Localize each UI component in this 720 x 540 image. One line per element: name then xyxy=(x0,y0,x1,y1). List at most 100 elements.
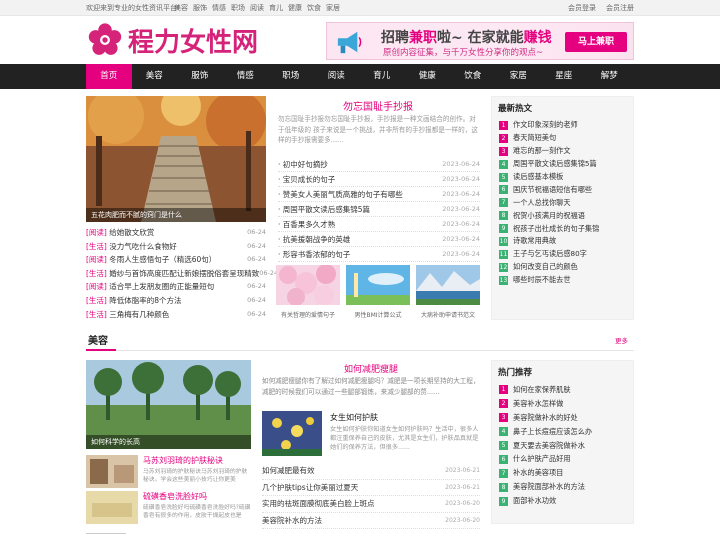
list-item[interactable]: 2 春天简短美句 xyxy=(499,132,631,145)
article-title: 几个护肤tips让你美丽过夏天 xyxy=(262,482,359,492)
nav-dream[interactable]: 解梦 xyxy=(587,64,633,89)
list-item[interactable]: 几个护肤tips让你美丽过夏天 2023-06-21 xyxy=(262,480,480,496)
rank-number: 12 xyxy=(499,262,508,272)
article-title: 没力气吃什么食物好 xyxy=(109,241,177,251)
list-item[interactable]: 6 什么护肤产品好用 xyxy=(499,452,631,466)
recruit-banner[interactable]: 招聘兼职啦~ 在家就能赚钱 原创内容征集，与千万女性分享你的观点~ 马上兼职 xyxy=(326,22,634,60)
list-item[interactable]: 9 祝孩子出社成长的句子集锦 xyxy=(499,222,631,235)
list-item[interactable]: 3 难忘的那一刻作文 xyxy=(499,145,631,158)
list-item[interactable]: [生活] 婚纱与首饰高度匹配让新娘摆脱俗套呈现精致 06-24 xyxy=(86,267,278,281)
list-item[interactable]: [阅读] 给她散文欣赏 06-24 xyxy=(86,226,266,240)
list-item[interactable]: 9 面部补水功效 xyxy=(499,494,631,508)
nav-parenting[interactable]: 育儿 xyxy=(359,64,405,89)
list-item[interactable]: 1 如何在家保养肌肤 xyxy=(499,383,631,397)
nav-beauty[interactable]: 美容 xyxy=(132,64,178,89)
list-item[interactable]: 2 美容补水怎样做 xyxy=(499,397,631,411)
beauty-hero-image[interactable]: 如何科学的长高 xyxy=(86,360,251,449)
article-date: 06-24 xyxy=(247,309,266,318)
nav-home[interactable]: 首页 xyxy=(86,64,132,89)
list-item[interactable]: 4 周国平散文读后感集锦5篇 xyxy=(499,158,631,171)
article-title: 抗美援朝战争的英雄 xyxy=(282,235,351,244)
list-item[interactable]: 8 祝贺小孩满月的祝福语 xyxy=(499,209,631,222)
rank-number: 6 xyxy=(499,454,508,464)
top-nav-fashion[interactable]: 服饰 xyxy=(193,3,207,13)
nav-food[interactable]: 饮食 xyxy=(450,64,496,89)
top-nav-parenting[interactable]: 育儿 xyxy=(269,3,283,13)
beauty-feature-title[interactable]: 如何减肥瘦腿 xyxy=(262,362,480,375)
article-date: 2023-06-24 xyxy=(442,160,480,168)
list-item[interactable]: 11 王子与乞丐读后感80字 xyxy=(499,248,631,261)
login-link[interactable]: 会员登录 xyxy=(568,3,596,13)
top-bar: 欢迎来到专业的女性资讯平台! 美容 服饰 情感 职场 阅读 育儿 健康 饮食 家… xyxy=(0,0,720,16)
top-nav-food[interactable]: 饮食 xyxy=(307,3,321,13)
beauty-mid-card[interactable]: 女生如何护肤 女生如何护肤你知道女生如何护肤吗？生活中，很多人都注重保养自己的皮… xyxy=(262,411,480,457)
feature-title[interactable]: 勿忘国耻手抄报 xyxy=(276,98,480,113)
site-logo[interactable]: 程力女性网 xyxy=(86,22,258,58)
apply-now-button[interactable]: 马上兼职 xyxy=(565,32,627,52)
nav-home-decor[interactable]: 家居 xyxy=(496,64,542,89)
list-item[interactable]: 8 美容院面部补水的方法 xyxy=(499,480,631,494)
hero-image[interactable]: 五花肉肥而不腻的窍门是什么 xyxy=(86,96,266,222)
list-item[interactable]: 12 如何改变自己的颜色 xyxy=(499,261,631,274)
article-date: 06-24 xyxy=(247,282,266,291)
list-item[interactable]: · 形容书香浓郁的句子 2023-06-24 xyxy=(278,247,480,262)
register-link[interactable]: 会员注册 xyxy=(606,3,634,13)
thumbnail-caption: 男性BMI计算公式 xyxy=(354,312,402,319)
list-item[interactable]: [生活] 没力气吃什么食物好 06-24 xyxy=(86,240,266,254)
rank-number: 11 xyxy=(499,249,508,259)
list-item[interactable]: 4 鼻子上长痘痘应该怎么办 xyxy=(499,425,631,439)
thumbnail-card[interactable]: 有关哲理的爱情句子 xyxy=(276,264,340,319)
nav-career[interactable]: 职场 xyxy=(268,64,314,89)
list-item[interactable]: [生活] 降低体脂率的8个方法 06-24 xyxy=(86,294,266,308)
list-item[interactable]: · 宝贝成长的句子 2023-06-24 xyxy=(278,172,480,187)
nav-fashion[interactable]: 服饰 xyxy=(177,64,223,89)
list-item[interactable]: 如何减肥最有效 2023-06-21 xyxy=(262,463,480,480)
hero-caption: 五花肉肥而不腻的窍门是什么 xyxy=(86,208,266,222)
list-item[interactable]: · 周国平散文读后感集锦5篇 2023-06-24 xyxy=(278,202,480,217)
list-item[interactable]: 7 一个人总找你聊天 xyxy=(499,196,631,209)
rank-number: 7 xyxy=(499,198,508,208)
top-nav: 美容 服饰 情感 职场 阅读 育儿 健康 饮食 家居 xyxy=(174,3,340,13)
latest-hot-panel: 最新热文 1 作文印象深刻的老师 2 春天简短美句 3 难忘的那一刻作文 4 周国平散文读后感… xyxy=(491,96,634,320)
article-title: 夏天要去美容院做补水 xyxy=(513,440,585,450)
top-nav-emotion[interactable]: 情感 xyxy=(212,3,226,13)
list-item[interactable]: [阅读] 冬雨人生感悟句子（精选60句） 06-24 xyxy=(86,253,266,267)
main-nav-items: 首页 美容 服饰 情感 职场 阅读 育儿 健康 饮食 家居 星座 解梦 xyxy=(86,64,632,89)
beauty-small-card[interactable]: 硫磺香皂洗脸好吗 硫磺香皂洗脸好吗硫磺香皂洗脸好吗?硫磺香皂有很多的作用，皮肤干燥… xyxy=(86,491,251,524)
nav-health[interactable]: 健康 xyxy=(405,64,451,89)
nav-horoscope[interactable]: 星座 xyxy=(541,64,587,89)
article-date: 06-24 xyxy=(247,295,266,304)
rank-number: 9 xyxy=(499,496,508,506)
list-item[interactable]: [阅读] 适合早上发朋友圈的正能量短句 06-24 xyxy=(86,280,266,294)
list-item[interactable]: 5 读后感基本模板 xyxy=(499,171,631,184)
banner-text-em2: 赚钱 xyxy=(523,30,552,46)
beauty-small-card[interactable]: 马苏刘羽琦的护肤秘诀 马苏刘羽琦的护肤秘诀马苏刘羽琦的护肤秘诀。学会这些美丽小技巧… xyxy=(86,455,251,488)
top-nav-beauty[interactable]: 美容 xyxy=(174,3,188,13)
thumbnail-card[interactable]: 大病补助申请书范文 xyxy=(416,265,480,319)
more-link[interactable]: 更多 xyxy=(615,335,628,345)
list-item[interactable]: 10 诗歌常用典故 xyxy=(499,235,631,248)
beauty-feature-desc: 如何减肥瘦腿你有了解过如何减肥瘦腿吗？减肥是一项长期坚持的大工程，减肥的时候我们… xyxy=(262,377,480,396)
category-tag: [阅读] xyxy=(86,228,107,237)
top-nav-home[interactable]: 家居 xyxy=(326,3,340,13)
list-item[interactable]: 3 美容院做补水的好处 xyxy=(499,411,631,425)
nav-emotion[interactable]: 情感 xyxy=(223,64,269,89)
list-item[interactable]: 美容院补水的方法 2023-06-20 xyxy=(262,513,480,529)
nav-reading[interactable]: 阅读 xyxy=(314,64,360,89)
list-item[interactable]: 5 夏天要去美容院做补水 xyxy=(499,439,631,453)
list-item[interactable]: 7 补水的美容项目 xyxy=(499,466,631,480)
list-item[interactable]: 13 哪些时辰不能去世 xyxy=(499,274,631,287)
list-item[interactable]: [生活] 三角梅有几种颜色 06-24 xyxy=(86,308,266,322)
category-tag: [生活] xyxy=(86,295,107,305)
list-item[interactable]: 实用的祛斑面膜彻底美白脸上斑点 2023-06-20 xyxy=(262,496,480,513)
top-nav-health[interactable]: 健康 xyxy=(288,3,302,13)
list-item[interactable]: 1 作文印象深刻的老师 xyxy=(499,119,631,132)
list-item[interactable]: · 抗美援朝战争的英雄 2023-06-24 xyxy=(278,232,480,247)
top-nav-reading[interactable]: 阅读 xyxy=(250,3,264,13)
list-item[interactable]: · 初中好句摘抄 2023-06-24 xyxy=(278,157,480,172)
thumbnail-card[interactable]: 男性BMI计算公式 xyxy=(346,265,410,319)
list-item[interactable]: · 赞美女人美丽气质高雅的句子有哪些 2023-06-24 xyxy=(278,187,480,202)
top-nav-career[interactable]: 职场 xyxy=(231,3,245,13)
list-item[interactable]: 6 国庆节祝福语短信有哪些 xyxy=(499,183,631,196)
list-item[interactable]: · 百香果多久才熟 2023-06-24 xyxy=(278,217,480,232)
